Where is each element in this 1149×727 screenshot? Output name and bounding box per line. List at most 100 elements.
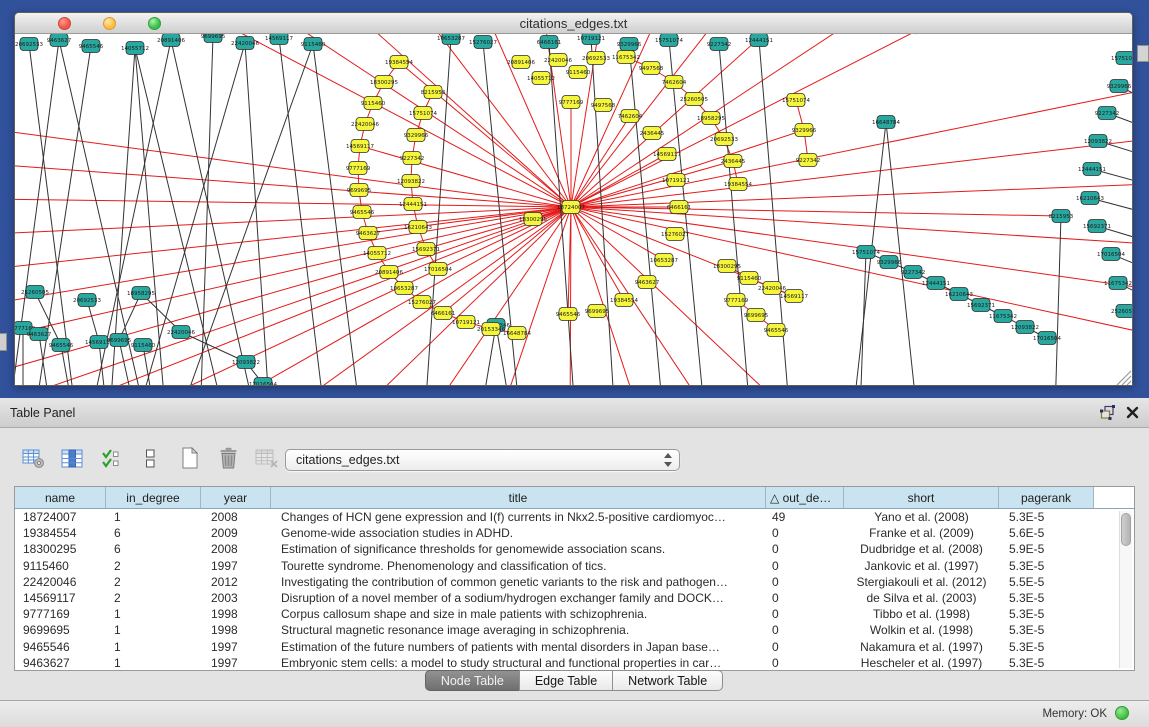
new-column-icon[interactable] [176,446,202,470]
graph-node[interactable]: 18958295 [697,112,725,125]
graph-node[interactable]: 9777169 [346,162,371,175]
graph-node[interactable]: 8215953 [1049,210,1074,223]
graph-node[interactable]: 9777169 [724,294,749,307]
graph-node[interactable]: 12093822 [1084,135,1112,148]
table-cell[interactable]: Jankovic et al. (1997) [844,558,999,574]
table-cell[interactable]: 1997 [201,639,271,655]
table-cell[interactable]: Dudbridge et al. (2008) [844,541,999,557]
table-cell[interactable]: 0 [766,606,844,622]
table-cell[interactable]: Genome-wide association studies in ADHD. [271,525,766,541]
graph-node[interactable]: 20891406 [375,266,403,279]
table-cell[interactable]: 2 [106,590,201,606]
table-cell[interactable]: 1997 [201,558,271,574]
column-header-title[interactable]: title [271,487,766,509]
table-cell[interactable]: 5.5E-5 [999,574,1094,590]
tab-node-table[interactable]: Node Table [425,670,520,691]
table-cell[interactable]: 0 [766,655,844,671]
graph-node[interactable]: 2436445 [721,155,746,168]
graph-node[interactable]: 25260505 [1111,305,1132,318]
table-cell[interactable]: 22420046 [15,574,106,590]
graph-node[interactable]: 25260505 [680,93,708,106]
graph-node[interactable]: 9465546 [556,308,581,321]
graph-node[interactable]: 9227342 [707,38,732,51]
zoom-window-button[interactable] [148,17,161,30]
column-header-short[interactable]: short [844,487,999,509]
graph-node[interactable]: 6466161 [667,201,692,214]
table-cell[interactable]: 5.3E-5 [999,590,1094,606]
float-panel-icon[interactable] [1100,405,1116,420]
graph-node[interactable]: 10653287 [437,34,465,45]
graph-node[interactable]: 10719121 [577,34,605,45]
table-cell[interactable]: 5.3E-5 [999,509,1094,525]
table-cell[interactable]: 9463627 [15,655,106,671]
graph-node[interactable]: 9115460 [737,272,762,285]
graph-node[interactable]: 14569117 [346,140,374,153]
table-cell[interactable]: Disruption of a novel member of a sodium… [271,590,766,606]
table-cell[interactable]: Corpus callosum shape and size in male p… [271,606,766,622]
table-cell[interactable]: 2008 [201,541,271,557]
table-cell[interactable]: 1 [106,509,201,525]
column-header-out_de[interactable]: △ out_de… [766,487,844,509]
table-row[interactable]: 946554611997Estimation of the future num… [15,639,1134,655]
graph-node[interactable]: 15276027 [661,228,689,241]
table-cell[interactable]: 0 [766,639,844,655]
table-cell[interactable]: 9777169 [15,606,106,622]
scrollbar-thumb[interactable] [1121,513,1131,546]
close-window-button[interactable] [58,17,71,30]
table-cell[interactable]: Franke et al. (2009) [844,525,999,541]
table-cell[interactable]: 2012 [201,574,271,590]
table-cell[interactable]: Tibbo et al. (1998) [844,606,999,622]
graph-node[interactable]: 9227342 [796,154,821,167]
table-row[interactable]: 911546021997Tourette syndrome. Phenomeno… [15,558,1134,574]
graph-node[interactable]: 9699695 [347,184,372,197]
table-cell[interactable]: 9465546 [15,639,106,655]
graph-node[interactable]: 9329966 [617,38,642,51]
table-cell[interactable]: 5.9E-5 [999,541,1094,557]
table-cell[interactable]: de Silva et al. (2003) [844,590,999,606]
table-cell[interactable]: 5.6E-5 [999,525,1094,541]
table-cell[interactable]: 1998 [201,606,271,622]
table-cell[interactable]: 5.3E-5 [999,655,1094,671]
graph-node[interactable]: 12444151 [745,34,773,47]
table-cell[interactable]: 0 [766,525,844,541]
table-cell[interactable]: 1997 [201,655,271,671]
table-row[interactable]: 1938455462009Genome-wide association stu… [15,525,1134,541]
table-cell[interactable]: 5.3E-5 [999,622,1094,638]
table-cell[interactable]: 5.3E-5 [999,558,1094,574]
graph-node[interactable]: 16210643 [1076,192,1104,205]
delete-column-icon[interactable] [215,446,241,470]
graph-node[interactable]: 9227342 [400,152,425,165]
graph-node[interactable]: 14055712 [121,42,149,55]
table-cell[interactable]: 2009 [201,525,271,541]
graph-node[interactable]: 9329966 [404,129,429,142]
select-column-icon[interactable] [59,446,85,470]
table-cell[interactable]: Embryonic stem cells: a model to study s… [271,655,766,671]
table-cell[interactable]: Hescheler et al. (1997) [844,655,999,671]
table-cell[interactable]: 1998 [201,622,271,638]
table-cell[interactable]: 1 [106,639,201,655]
graph-node[interactable]: 9465546 [49,339,74,352]
table-cell[interactable]: 49 [766,509,844,525]
table-settings-icon[interactable] [20,446,46,470]
table-cell[interactable]: 6 [106,541,201,557]
table-scrollbar[interactable] [1119,511,1132,668]
select-rows-icon[interactable] [98,446,124,470]
graph-node[interactable]: 9465546 [79,40,104,53]
graph-node[interactable]: 10653287 [390,282,418,295]
graph-node[interactable]: 9699695 [744,309,769,322]
table-cell[interactable]: Investigating the contribution of common… [271,574,766,590]
table-cell[interactable]: 2008 [201,509,271,525]
tab-edge-table[interactable]: Edge Table [519,670,613,691]
graph-node[interactable]: 20891406 [157,34,185,47]
table-cell[interactable]: 0 [766,541,844,557]
row-height-icon[interactable] [137,446,163,470]
graph-node[interactable]: 9699695 [585,305,610,318]
graph-node[interactable]: 20891406 [507,56,535,69]
graph-node[interactable]: 9463627 [27,328,52,341]
column-header-in_degree[interactable]: in_degree [106,487,201,509]
graph-node[interactable]: 15751074 [655,34,683,47]
table-cell[interactable]: Wolkin et al. (1998) [844,622,999,638]
citation-network-graph[interactable]: 2069253394636279465546140557122089140696… [15,34,1132,385]
graph-node[interactable]: 22420046 [231,37,259,50]
graph-node[interactable]: 9227342 [901,266,926,279]
